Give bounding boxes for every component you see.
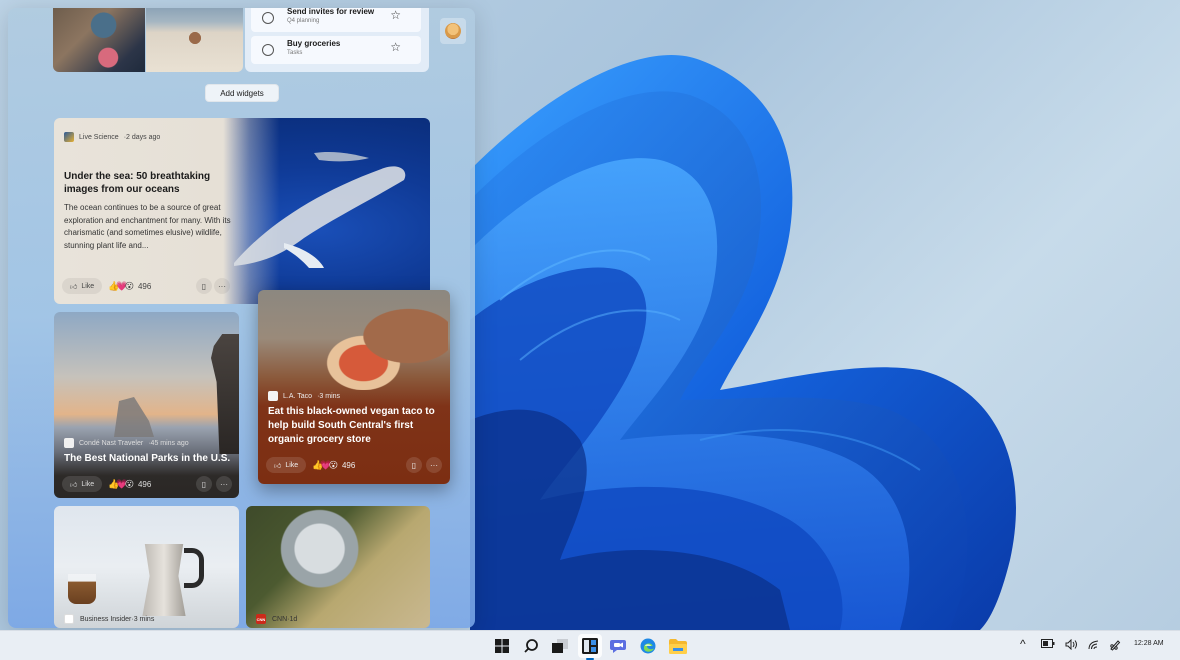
battery-icon[interactable] xyxy=(1041,639,1055,651)
news-headline[interactable]: Eat this black-owned vegan taco to help … xyxy=(268,405,446,447)
more-options-icon[interactable]: ··· xyxy=(216,476,232,492)
widgets-button[interactable] xyxy=(578,634,602,660)
thumbs-up-icon: 👍︎ xyxy=(274,462,282,470)
todo-item[interactable]: Send invites for review Q4 planning ☆ xyxy=(251,8,421,32)
news-card[interactable]: Live Science · 2 days ago Under the sea:… xyxy=(54,118,430,304)
todo-list-name: Q4 planning xyxy=(287,18,320,24)
todo-title: Buy groceries xyxy=(287,39,341,48)
thumbs-up-icon: 👍︎ xyxy=(70,283,78,291)
reaction-emoji-icons: 👍💗😮 xyxy=(108,478,134,489)
widgets-panel: Send invites for review Q4 planning ☆ Bu… xyxy=(8,8,475,628)
news-source: Business Insider · 3 mins xyxy=(64,614,154,624)
task-view-button[interactable] xyxy=(550,636,570,656)
photo-thumbnail[interactable] xyxy=(146,8,243,72)
like-button[interactable]: 👍︎ Like xyxy=(62,278,103,294)
news-source: Condé Nast Traveler · 45 mins ago xyxy=(64,438,189,448)
chat-icon xyxy=(610,640,626,653)
source-name: CNN xyxy=(272,615,288,623)
reaction-count: 496 xyxy=(341,460,356,470)
folder-icon xyxy=(669,638,687,654)
file-explorer-button[interactable] xyxy=(668,636,688,656)
bookmark-icon[interactable]: ▯ xyxy=(196,476,212,492)
news-card[interactable]: Business Insider · 3 mins xyxy=(54,506,239,628)
reaction-emoji-icons: 👍💗😮 xyxy=(312,459,338,470)
pen-menu-icon[interactable] xyxy=(1109,639,1121,654)
start-button[interactable] xyxy=(492,636,512,656)
todo-title: Send invites for review xyxy=(287,8,375,16)
news-age: 2 days ago xyxy=(126,133,161,141)
la-taco-logo-icon xyxy=(268,391,278,401)
more-options-icon[interactable]: ··· xyxy=(426,457,442,473)
news-age: 3 mins xyxy=(133,615,155,623)
tea-cup-image xyxy=(68,574,96,604)
news-headline[interactable]: The Best National Parks in the U.S. xyxy=(64,453,234,464)
thumbs-up-icon: 👍︎ xyxy=(70,481,78,489)
news-age: 3 mins xyxy=(319,392,341,400)
reactions[interactable]: 👍💗😮 496 xyxy=(108,479,151,490)
photos-widget[interactable] xyxy=(53,8,243,72)
news-card[interactable]: L.A. Taco · 3 mins Eat this black-owned … xyxy=(258,290,450,484)
taskbar: ^ 12:28 AM xyxy=(0,630,1180,660)
star-icon[interactable]: ☆ xyxy=(390,9,401,21)
todo-widget: Send invites for review Q4 planning ☆ Bu… xyxy=(245,8,429,72)
todo-item[interactable]: Buy groceries Tasks ☆ xyxy=(251,36,421,64)
like-label: Like xyxy=(81,282,95,290)
source-name: L.A. Taco xyxy=(283,392,313,400)
user-avatar[interactable] xyxy=(440,18,466,44)
moka-pot-handle-image xyxy=(184,548,204,588)
moka-pot-image xyxy=(142,544,186,616)
like-label: Like xyxy=(285,461,299,469)
news-card[interactable]: CNN CNN · 1d xyxy=(246,506,430,628)
windows-logo-icon xyxy=(495,639,509,653)
source-name: Business Insider xyxy=(80,615,132,623)
reaction-emoji-icons: 👍💗😮 xyxy=(108,280,134,291)
search-button[interactable] xyxy=(521,636,541,656)
news-age: 45 mins ago xyxy=(150,439,189,447)
photo-thumbnail[interactable] xyxy=(53,8,145,72)
business-insider-logo-icon xyxy=(64,614,74,624)
news-headline[interactable]: Under the sea: 50 breathtaking images fr… xyxy=(64,170,224,196)
like-button[interactable]: 👍︎ Like xyxy=(62,476,103,492)
bookmark-icon[interactable]: ▯ xyxy=(196,278,212,294)
like-label: Like xyxy=(81,480,95,488)
news-source: CNN CNN · 1d xyxy=(256,614,297,624)
wifi-icon[interactable] xyxy=(1088,639,1100,653)
show-hidden-icons-chevron-icon[interactable]: ^ xyxy=(1020,637,1026,651)
bookmark-icon[interactable]: ▯ xyxy=(406,457,422,473)
whale-image xyxy=(234,151,406,268)
star-icon[interactable]: ☆ xyxy=(390,41,401,53)
widgets-icon xyxy=(582,638,598,654)
edge-button[interactable] xyxy=(638,636,658,656)
live-science-logo-icon xyxy=(64,132,74,142)
clock[interactable]: 12:28 AM xyxy=(1134,640,1164,647)
task-view-icon xyxy=(552,639,568,653)
source-name: Live Science xyxy=(79,133,119,141)
half-dome-image xyxy=(114,397,154,437)
reaction-count: 496 xyxy=(137,479,152,489)
cnn-logo-icon: CNN xyxy=(256,614,266,624)
more-options-icon[interactable]: ··· xyxy=(214,278,230,294)
todo-checkbox[interactable] xyxy=(262,44,274,56)
volume-icon[interactable] xyxy=(1065,638,1078,653)
reaction-count: 496 xyxy=(137,281,152,291)
news-age: 1d xyxy=(289,615,298,623)
reactions[interactable]: 👍💗😮 496 xyxy=(108,281,151,292)
conde-nast-logo-icon xyxy=(64,438,74,448)
todo-list-name: Tasks xyxy=(287,50,303,56)
news-card[interactable]: Condé Nast Traveler · 45 mins ago The Be… xyxy=(54,312,239,498)
news-summary: The ocean continues to be a source of gr… xyxy=(64,203,231,250)
news-source: Live Science · 2 days ago xyxy=(64,132,160,142)
taco-image xyxy=(318,300,448,390)
add-widgets-button[interactable]: Add widgets xyxy=(205,84,279,102)
reactions[interactable]: 👍💗😮 496 xyxy=(312,460,355,471)
news-source: L.A. Taco · 3 mins xyxy=(268,391,340,401)
todo-checkbox[interactable] xyxy=(262,12,274,24)
source-name: Condé Nast Traveler xyxy=(79,439,144,447)
avatar-image xyxy=(445,23,461,39)
edge-icon xyxy=(640,638,656,654)
search-icon xyxy=(524,639,538,653)
like-button[interactable]: 👍︎ Like xyxy=(266,457,307,473)
cliff-image xyxy=(211,334,239,454)
chat-button[interactable] xyxy=(609,636,629,656)
